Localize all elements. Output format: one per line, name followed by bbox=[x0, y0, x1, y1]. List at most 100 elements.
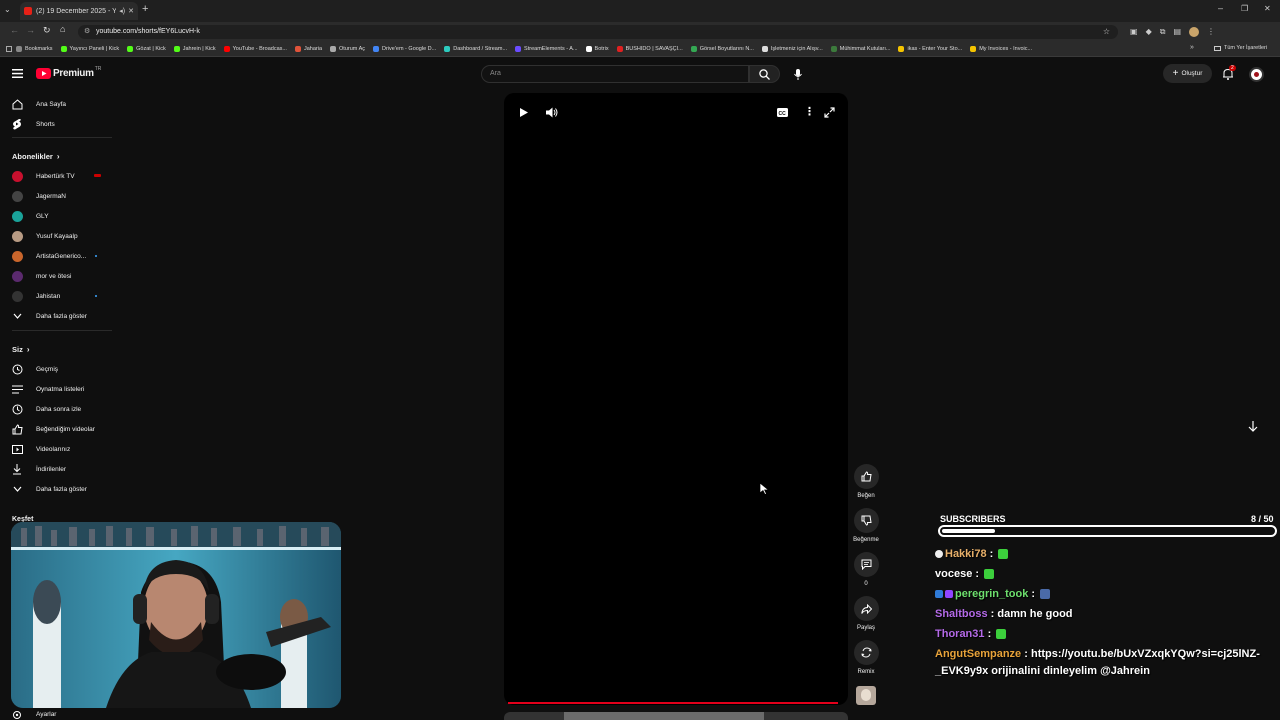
sidebar-item-playlists[interactable]: Oynatma listeleri bbox=[0, 380, 110, 398]
volume-button[interactable] bbox=[546, 107, 558, 118]
profile-avatar[interactable] bbox=[1189, 26, 1199, 37]
share-button[interactable]: Paylaş bbox=[853, 596, 879, 631]
sidebar-subscription-item[interactable]: Jahistan bbox=[0, 287, 110, 305]
notifications-button[interactable]: 2 bbox=[1222, 65, 1236, 80]
search-button[interactable] bbox=[749, 65, 780, 83]
sidebar-subscription-item[interactable]: Habertürk TV bbox=[0, 167, 110, 185]
url-text: youtube.com/shorts/fEY6LucvH-k bbox=[96, 28, 200, 35]
browser-menu-icon[interactable]: ⋮ bbox=[1207, 27, 1215, 36]
all-bookmarks[interactable]: Tüm Yer İşaretleri bbox=[1214, 45, 1267, 51]
extension-icon[interactable]: ▤ bbox=[1173, 27, 1181, 36]
extension-icon[interactable]: ▣ bbox=[1130, 27, 1138, 36]
site-info-icon[interactable]: ⚙ bbox=[84, 25, 90, 39]
bookmark-item[interactable]: Gözat | Kick bbox=[127, 45, 166, 52]
bookmark-item[interactable]: İşletmeniz için Alışv... bbox=[761, 45, 823, 52]
bookmark-item[interactable]: Mühimmat Kutuları... bbox=[830, 45, 890, 52]
sidebar-subscription-item[interactable]: GLY bbox=[0, 207, 110, 225]
bookmark-item[interactable]: Jaharia bbox=[294, 45, 322, 52]
search-input[interactable]: Ara bbox=[481, 65, 749, 83]
account-avatar[interactable] bbox=[1249, 67, 1264, 82]
youtube-logo[interactable]: Premium TR bbox=[36, 66, 101, 79]
play-button[interactable] bbox=[519, 107, 529, 118]
comments-button[interactable]: 0 bbox=[853, 552, 879, 587]
extension-icon[interactable]: ◆ bbox=[1146, 27, 1152, 36]
bookmark-item[interactable]: ikas - Enter Your Sto... bbox=[898, 45, 962, 52]
playlist-icon bbox=[11, 383, 23, 395]
bookmark-item[interactable]: Botrix bbox=[585, 45, 609, 52]
subscriptions-show-more[interactable]: Daha fazla göster bbox=[0, 307, 110, 325]
sound-thumbnail[interactable] bbox=[856, 686, 876, 705]
sidebar-subscription-item[interactable]: Yusuf Kayaalp bbox=[0, 227, 110, 245]
bookmark-item[interactable]: BUSHIDO | SAVAŞÇI... bbox=[616, 45, 683, 52]
back-icon[interactable]: ← bbox=[10, 25, 19, 35]
bookmark-item[interactable]: YouTube - Broadcas... bbox=[223, 45, 287, 52]
bookmark-item[interactable]: Dashboard / Stream... bbox=[444, 45, 507, 52]
chat-separator: : bbox=[1021, 648, 1031, 660]
fullscreen-button[interactable] bbox=[824, 107, 835, 118]
sidebar-item-history[interactable]: Geçmiş bbox=[0, 360, 110, 378]
close-window-icon[interactable]: ✕ bbox=[1264, 4, 1271, 13]
create-button[interactable]: + Oluştur bbox=[1163, 64, 1212, 83]
reload-icon[interactable]: ↻ bbox=[43, 25, 51, 36]
bookmark-item[interactable]: Jahrein | Kick bbox=[173, 45, 216, 52]
bookmark-item[interactable]: My Invoices - Invoic... bbox=[970, 45, 1032, 52]
captions-button[interactable]: CC bbox=[777, 108, 788, 117]
bookmark-favicon-icon bbox=[761, 45, 768, 52]
channel-avatar bbox=[11, 290, 23, 302]
bookmark-star-icon[interactable]: ☆ bbox=[1103, 25, 1110, 39]
all-bookmarks-label: Tüm Yer İşaretleri bbox=[1224, 45, 1268, 51]
bookmark-favicon-icon bbox=[330, 45, 337, 52]
remix-button[interactable]: Remix bbox=[853, 640, 879, 675]
you-show-more[interactable]: Daha fazla göster bbox=[0, 480, 110, 498]
minimize-icon[interactable]: – bbox=[1218, 3, 1223, 13]
sidebar-item-shorts[interactable]: Shorts bbox=[0, 115, 110, 133]
sidebar-item-home[interactable]: Ana Sayfa bbox=[0, 95, 110, 113]
more-options-icon[interactable]: ⋮ bbox=[804, 107, 815, 118]
next-short-image bbox=[564, 712, 764, 720]
sidebar-subscription-item[interactable]: ArtistaGenerico... bbox=[0, 247, 110, 265]
bookmark-favicon-icon bbox=[294, 45, 301, 52]
sidebar-item-settings[interactable]: Ayarlar bbox=[0, 709, 110, 720]
sidebar-item-liked-videos[interactable]: Beğendiğim videolar bbox=[0, 420, 110, 438]
restore-icon[interactable]: ❐ bbox=[1241, 4, 1248, 13]
bookmark-item[interactable]: Drive'em - Google D... bbox=[373, 45, 436, 52]
voice-search-button[interactable] bbox=[788, 65, 808, 83]
like-button[interactable]: Beğen bbox=[853, 464, 879, 499]
extension-icon[interactable]: ⧉ bbox=[1160, 27, 1166, 37]
mouse-cursor bbox=[760, 483, 769, 495]
channel-avatar-image bbox=[11, 290, 23, 302]
browser-tab[interactable]: (2) 19 December 2025 - Yo ◂) ✕ bbox=[20, 2, 138, 20]
dislike-button[interactable]: Beğenme bbox=[853, 508, 879, 543]
bookmark-item[interactable]: Oturum Aç bbox=[330, 45, 365, 52]
shorts-video-player[interactable]: CC ⋮ bbox=[504, 93, 848, 705]
sidebar-subscription-item[interactable]: JagermaN bbox=[0, 187, 110, 205]
sidebar-item-downloads[interactable]: İndirilenler bbox=[0, 460, 110, 478]
bookmark-item[interactable]: Görsel Boyutlarını N... bbox=[690, 45, 754, 52]
home-browser-icon[interactable]: ⌂ bbox=[60, 24, 65, 34]
bookmark-item[interactable]: Yayıncı Paneli | Kick bbox=[60, 45, 119, 52]
menu-icon[interactable] bbox=[12, 69, 24, 78]
new-tab-button[interactable]: + bbox=[142, 3, 148, 15]
you-heading[interactable]: Siz › bbox=[12, 345, 30, 354]
bookmark-favicon-icon bbox=[970, 45, 977, 52]
address-bar[interactable]: ⚙ youtube.com/shorts/fEY6LucvH-k ☆ bbox=[78, 25, 1118, 39]
video-progress-bar[interactable] bbox=[508, 702, 838, 704]
channel-avatar bbox=[11, 190, 23, 202]
sidebar-subscription-item[interactable]: mor ve ötesi bbox=[0, 267, 110, 285]
youtube-play-logo-icon bbox=[36, 68, 51, 79]
chat-separator: : bbox=[987, 608, 998, 620]
tab-search-icon[interactable]: ⌄ bbox=[4, 5, 11, 14]
close-tab-icon[interactable]: ✕ bbox=[128, 7, 134, 15]
forward-icon[interactable]: → bbox=[26, 25, 35, 35]
bookmark-item[interactable]: StreamElements - A... bbox=[515, 45, 578, 52]
sidebar-item-watch-later[interactable]: Daha sonra izle bbox=[0, 400, 110, 418]
next-short-button[interactable] bbox=[1248, 421, 1258, 432]
mute-tab-icon[interactable]: ◂) bbox=[119, 7, 125, 15]
bookmark-item[interactable]: Bookmarks bbox=[16, 45, 53, 52]
more-bookmarks-icon[interactable]: » bbox=[1190, 44, 1194, 51]
chevron-down-icon bbox=[11, 310, 23, 322]
subscriptions-heading[interactable]: Abonelikler › bbox=[12, 152, 60, 161]
sidebar-item-your-videos[interactable]: Videolarınız bbox=[0, 440, 110, 458]
next-short-preview[interactable] bbox=[504, 712, 848, 720]
apps-icon[interactable] bbox=[6, 45, 12, 52]
